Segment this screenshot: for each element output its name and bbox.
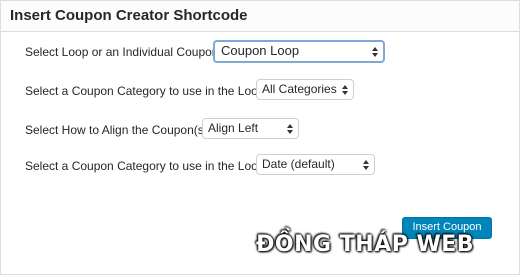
loop-type-value: Coupon Loop — [221, 43, 300, 58]
up-down-arrows-icon — [342, 84, 348, 95]
order-label: Select a Coupon Category to use in the L… — [25, 159, 265, 173]
order-value: Date (default) — [262, 157, 335, 171]
coupon-category-label: Select a Coupon Category to use in the L… — [25, 84, 265, 98]
up-down-arrows-icon — [287, 123, 293, 134]
align-value: Align Left — [208, 121, 259, 135]
dialog-title: Insert Coupon Creator Shortcode — [10, 7, 248, 24]
coupon-category-value: All Categories — [262, 82, 337, 96]
dialog-titlebar: Insert Coupon Creator Shortcode — [1, 1, 519, 32]
loop-type-label: Select Loop or an Individual Coupon — [25, 45, 219, 59]
order-select[interactable]: Date (default) — [256, 154, 375, 175]
up-down-arrows-icon — [372, 46, 378, 57]
align-label: Select How to Align the Coupon(s) — [25, 123, 208, 137]
up-down-arrows-icon — [363, 159, 369, 170]
coupon-category-select[interactable]: All Categories — [256, 79, 354, 100]
align-select[interactable]: Align Left — [202, 118, 299, 139]
loop-type-select[interactable]: Coupon Loop — [213, 40, 385, 63]
watermark-logo: ĐỒNG THÁP WEB — [256, 232, 475, 257]
